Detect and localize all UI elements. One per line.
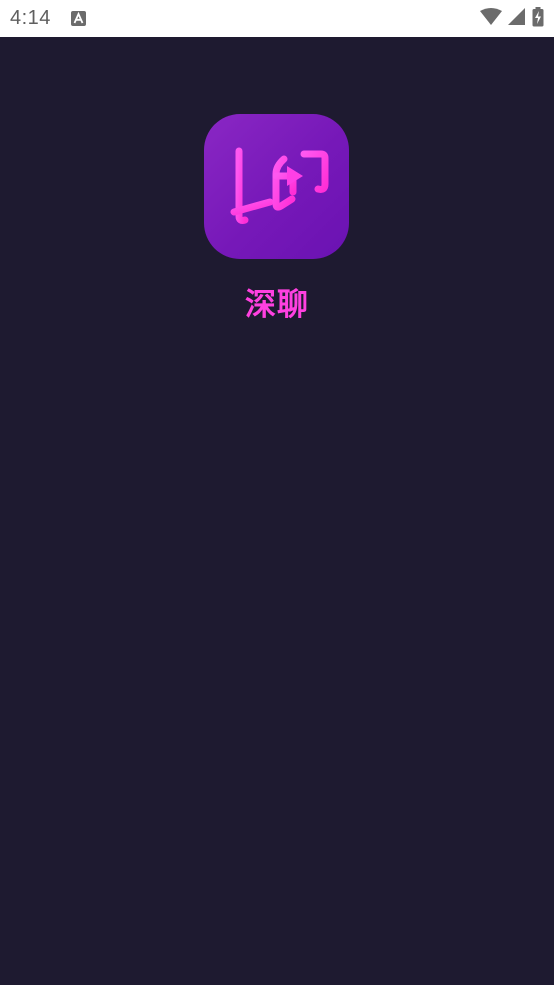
splash-screen: 深聊 (0, 37, 554, 985)
status-time: 4:14 (10, 7, 51, 29)
battery-charging-icon (532, 6, 544, 31)
liao-glyph-icon (224, 147, 329, 228)
status-icons (480, 6, 544, 31)
wifi-icon (480, 7, 502, 30)
app-logo (204, 114, 349, 259)
app-name: 深聊 (245, 287, 309, 323)
notification-a-icon (70, 11, 86, 26)
cell-signal-icon (508, 7, 526, 30)
status-bar: 4:14 (0, 0, 554, 37)
